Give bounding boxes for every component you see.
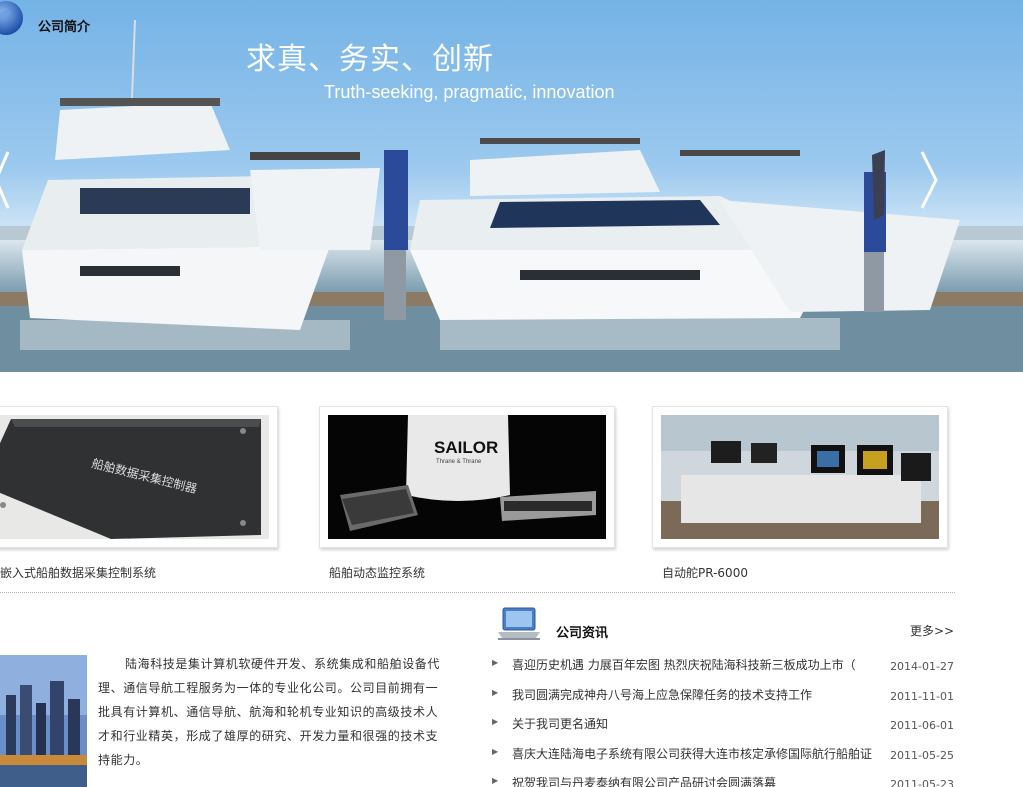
product-caption[interactable]: 船舶动态监控系统: [319, 564, 615, 581]
triangle-bullet-icon: ▶: [492, 746, 499, 756]
news-item-title[interactable]: 喜迎历史机遇 力展百年宏图 热烈庆祝陆海科技新三板成功上市（: [512, 656, 872, 673]
product-image-data-controller[interactable]: 船舶数据采集控制器: [0, 415, 269, 539]
product-image-frame[interactable]: SAILOR Thrane & Thrane: [319, 406, 615, 548]
slogan-english: Truth-seeking, pragmatic, innovation: [324, 82, 615, 102]
news-section-title: 公司资讯: [556, 626, 609, 641]
news-item[interactable]: ▶ 祝贺我司与丹麦泰纳有限公司产品研讨会圆满落幕 2011-05-23: [492, 770, 954, 787]
triangle-bullet-icon: ▶: [492, 717, 499, 726]
product-caption[interactable]: 自动舵PR-6000: [652, 564, 948, 581]
product-image-bridge-console[interactable]: [661, 415, 939, 539]
globe-icon: [0, 1, 23, 35]
news-item-title[interactable]: 关于我司更名通知: [512, 715, 872, 732]
news-item-date: 2011-11-01: [890, 689, 954, 703]
product-image-sailor-terminal[interactable]: SAILOR Thrane & Thrane: [328, 415, 606, 539]
sailor-sub-text: Thrane & Thrane: [436, 459, 482, 465]
news-item-date: 2011-06-01: [890, 719, 954, 732]
triangle-bullet-icon: ▶: [492, 776, 499, 785]
product-image-frame[interactable]: 船舶数据采集控制器: [0, 406, 278, 548]
city-skyline-image: [0, 655, 87, 787]
product-card[interactable]: SAILOR Thrane & Thrane 船舶动态监控系统: [319, 406, 615, 581]
product-caption[interactable]: 嵌入式船舶数据采集控制系统: [0, 564, 278, 581]
hero-banner: 求真、务实、创新 Truth-seeking, pragmatic, innov…: [0, 0, 1023, 372]
triangle-bullet-icon: ▶: [492, 687, 499, 697]
news-item-title[interactable]: 喜庆大连陆海电子系统有限公司获得大连市核定承修国际航行船舶证: [512, 745, 872, 762]
news-item-title[interactable]: 我司圆满完成神舟八号海上应急保障任务的技术支持工作: [512, 686, 872, 703]
news-item[interactable]: ▶ 喜庆大连陆海电子系统有限公司获得大连市核定承修国际航行船舶证 2011-05…: [492, 741, 954, 771]
news-item[interactable]: ▶ 喜迎历史机遇 力展百年宏图 热烈庆祝陆海科技新三板成功上市（ 2014-01…: [492, 652, 954, 682]
triangle-bullet-icon: ▶: [492, 658, 499, 667]
yacht-marina-image: [0, 19, 1023, 372]
product-image-frame[interactable]: [652, 406, 948, 548]
news-item[interactable]: ▶ 我司圆满完成神舟八号海上应急保障任务的技术支持工作 2011-11-01: [492, 682, 954, 712]
about-section-title: 公司简介: [38, 20, 91, 35]
product-card[interactable]: 自动舵PR-6000: [652, 406, 948, 581]
news-more-link[interactable]: 更多>>: [910, 622, 954, 639]
laptop-icon: [498, 607, 540, 640]
news-item-title[interactable]: 祝贺我司与丹麦泰纳有限公司产品研讨会圆满落幕: [512, 774, 872, 787]
news-item-date: 2011-05-25: [890, 748, 954, 762]
news-item-date: 2011-05-23: [890, 778, 954, 787]
sailor-logo-text: SAILOR: [434, 438, 498, 457]
slogan-chinese: 求真、务实、创新: [246, 42, 494, 77]
carousel-prev-icon[interactable]: [0, 150, 14, 210]
section-divider: [0, 592, 955, 593]
product-card[interactable]: 船舶数据采集控制器 嵌入式船舶数据采集控制系统: [0, 406, 278, 581]
news-item[interactable]: ▶ 关于我司更名通知 2011-06-01: [492, 711, 954, 741]
about-description: 陆海科技是集计算机软硬件开发、系统集成和船舶设备代理、通信导航工程服务为一体的专…: [98, 657, 441, 767]
news-list: ▶ 喜迎历史机遇 力展百年宏图 热烈庆祝陆海科技新三板成功上市（ 2014-01…: [492, 652, 954, 787]
carousel-next-icon[interactable]: [918, 150, 940, 210]
news-item-date: 2014-01-27: [890, 660, 954, 673]
